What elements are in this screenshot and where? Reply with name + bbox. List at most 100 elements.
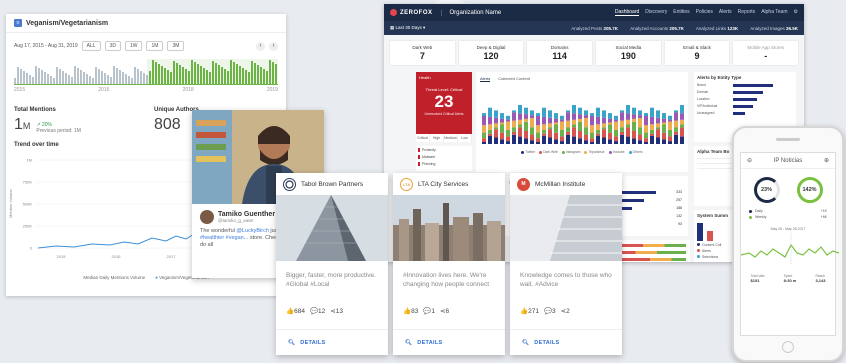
stacked-bar-segment bbox=[566, 120, 570, 128]
entity-type-row[interactable]: VIP/Individual bbox=[697, 104, 793, 108]
stacked-bar-segment bbox=[512, 134, 516, 144]
feed-card-tabol[interactable]: Tabol Brown Partners Bigger, faster, mor… bbox=[276, 173, 388, 355]
nav-reports[interactable]: Reports bbox=[738, 9, 756, 16]
stacked-bar-segment bbox=[650, 124, 654, 130]
avatar[interactable] bbox=[200, 210, 214, 224]
stacked-bar-segment bbox=[560, 119, 564, 122]
card-app-stores[interactable]: Mobile App Stores - bbox=[733, 41, 799, 65]
stacked-bar-segment bbox=[554, 124, 558, 133]
author-name[interactable]: Tamiko Guenther bbox=[218, 211, 275, 218]
company-name[interactable]: McMillan Institute bbox=[535, 181, 585, 188]
range-3d-button[interactable]: 3D bbox=[104, 41, 121, 51]
hashtag-link[interactable]: #healthier #vegan... bbox=[200, 235, 248, 241]
likes[interactable]: 👍83 bbox=[403, 307, 418, 315]
details-button[interactable]: 🔍︎ DETAILS bbox=[510, 329, 622, 355]
stacked-bar-segment bbox=[596, 135, 600, 144]
tab-low[interactable]: Low bbox=[458, 134, 472, 142]
comments[interactable]: 💬3 bbox=[544, 307, 556, 315]
panel-header: ≡ Veganism/Vegetarianism bbox=[6, 14, 286, 33]
tab-alerts[interactable]: Alerts bbox=[480, 76, 491, 82]
phone-legend: Daily +1K Weekly +6K bbox=[741, 205, 835, 223]
timeline-bar bbox=[137, 69, 139, 84]
author-handle[interactable]: @tamiko_g_eater bbox=[218, 218, 275, 223]
card-deep-digital[interactable]: Deep & Digital 120 bbox=[458, 41, 524, 65]
entity-type-row[interactable]: Brand bbox=[697, 83, 793, 87]
entity-type-row[interactable]: Unassigned bbox=[697, 111, 793, 115]
comments[interactable]: 💬12 bbox=[310, 307, 325, 315]
timeline-bar bbox=[62, 71, 64, 84]
stacked-bar-segment bbox=[620, 120, 624, 128]
y-tick-label: 250K bbox=[23, 224, 33, 229]
stacked-bar-segment bbox=[548, 123, 552, 128]
feed-card-mcmillan[interactable]: M McMillan Institute Knowledge comes to … bbox=[510, 173, 622, 355]
entity-type-row[interactable]: Domain bbox=[697, 90, 793, 94]
nav-dashboard[interactable]: Dashboard bbox=[614, 9, 640, 16]
details-button[interactable]: 🔍︎ DETAILS bbox=[276, 329, 388, 355]
feed-card-lta[interactable]: LTA LTA City Services #Innovation lives … bbox=[393, 173, 505, 355]
stacked-bar-segment bbox=[482, 113, 486, 116]
details-button[interactable]: 🔍︎ DETAILS bbox=[393, 329, 505, 355]
entity-type-row[interactable]: Location bbox=[697, 97, 793, 101]
range-1w-button[interactable]: 1W bbox=[124, 41, 143, 51]
shares[interactable]: ⋖13 bbox=[330, 307, 343, 315]
date-range-select[interactable]: ▦ Last 30 Days ▾ bbox=[390, 25, 425, 31]
card-social-media[interactable]: Social Media 190 bbox=[596, 41, 661, 65]
stacked-bar-segment bbox=[500, 132, 504, 140]
prev-arrow-icon[interactable]: ‹ bbox=[256, 41, 265, 51]
nav-team[interactable]: Alpha Team bbox=[761, 9, 787, 16]
timeline-bar bbox=[65, 73, 67, 84]
likes[interactable]: 👍684 bbox=[286, 307, 305, 315]
tab-collected-content[interactable]: Collected Content bbox=[498, 76, 530, 82]
comments[interactable]: 💬1 bbox=[423, 307, 435, 315]
stacked-bar-segment bbox=[500, 124, 504, 133]
range-1m-button[interactable]: 1M bbox=[146, 41, 164, 51]
nav-alerts[interactable]: Alerts bbox=[719, 9, 732, 16]
timeline-bar bbox=[14, 78, 16, 84]
stacked-bar-segment bbox=[626, 119, 630, 125]
likes[interactable]: 👍271 bbox=[520, 307, 539, 315]
settings-icon[interactable]: ⚙ bbox=[794, 9, 798, 16]
threat-item[interactable]: Phishing bbox=[418, 162, 470, 166]
year-label: 2019 bbox=[266, 87, 278, 93]
stacked-bar-segment bbox=[614, 121, 618, 130]
company-name[interactable]: Tabol Brown Partners bbox=[301, 181, 363, 188]
date-range-bar: Aug 17, 2015 - Aug 31, 2019 ALL 3D 1W 1M… bbox=[6, 33, 286, 53]
alerts-legend: Twitter Dark Web Instagram Tripadvisor Y… bbox=[476, 148, 688, 154]
card-domains[interactable]: Domains 114 bbox=[527, 41, 593, 65]
company-name[interactable]: LTA City Services bbox=[418, 181, 468, 188]
legend-item: Median Daily Mentions Volume bbox=[83, 275, 146, 280]
next-arrow-icon[interactable]: › bbox=[269, 41, 278, 51]
shares[interactable]: ⋖2 bbox=[561, 307, 570, 315]
tab-critical[interactable]: Critical bbox=[416, 134, 430, 142]
date-range[interactable]: Aug 17, 2015 - Aug 31, 2019 bbox=[14, 43, 78, 49]
stacked-bar-segment bbox=[674, 131, 678, 135]
stacked-bar-segment bbox=[512, 120, 516, 128]
range-all-button[interactable]: ALL bbox=[81, 41, 101, 51]
nav-discovery[interactable]: Discovery bbox=[645, 9, 667, 16]
timeline-bar bbox=[95, 67, 97, 84]
timeline-brush[interactable] bbox=[14, 59, 278, 85]
home-button[interactable] bbox=[782, 341, 794, 353]
stacked-bar-segment bbox=[650, 116, 654, 125]
tab-medium[interactable]: Medium bbox=[444, 134, 458, 142]
shares[interactable]: ⋖6 bbox=[440, 307, 449, 315]
stacked-bar-segment bbox=[584, 115, 588, 118]
threat-item[interactable]: Malware bbox=[418, 155, 470, 159]
threat-level-card[interactable]: Health Threat Level: Critical 23 Unresol… bbox=[416, 72, 472, 134]
stacked-bar-segment bbox=[548, 129, 552, 138]
stacked-bar-segment bbox=[584, 134, 588, 141]
card-dark-web[interactable]: Dark Web 7 bbox=[390, 41, 455, 65]
mention-link[interactable]: @LuckyBirch bbox=[236, 228, 268, 234]
nav-entities[interactable]: Entities bbox=[673, 9, 689, 16]
back-icon[interactable]: ⊖ bbox=[747, 157, 752, 164]
nav-policies[interactable]: Policies bbox=[696, 9, 713, 16]
tab-high[interactable]: High bbox=[430, 134, 444, 142]
timeline-bar bbox=[23, 71, 25, 84]
brand-logo[interactable]: ZEROFOX bbox=[390, 9, 433, 16]
card-email-slack[interactable]: Email & Slack 9 bbox=[664, 41, 730, 65]
add-icon[interactable]: ⊕ bbox=[824, 157, 829, 164]
threat-item[interactable]: Profanity bbox=[418, 148, 470, 152]
stacked-bar-segment bbox=[494, 110, 498, 118]
range-3m-button[interactable]: 3M bbox=[167, 41, 185, 51]
timeline-bar bbox=[50, 76, 52, 84]
